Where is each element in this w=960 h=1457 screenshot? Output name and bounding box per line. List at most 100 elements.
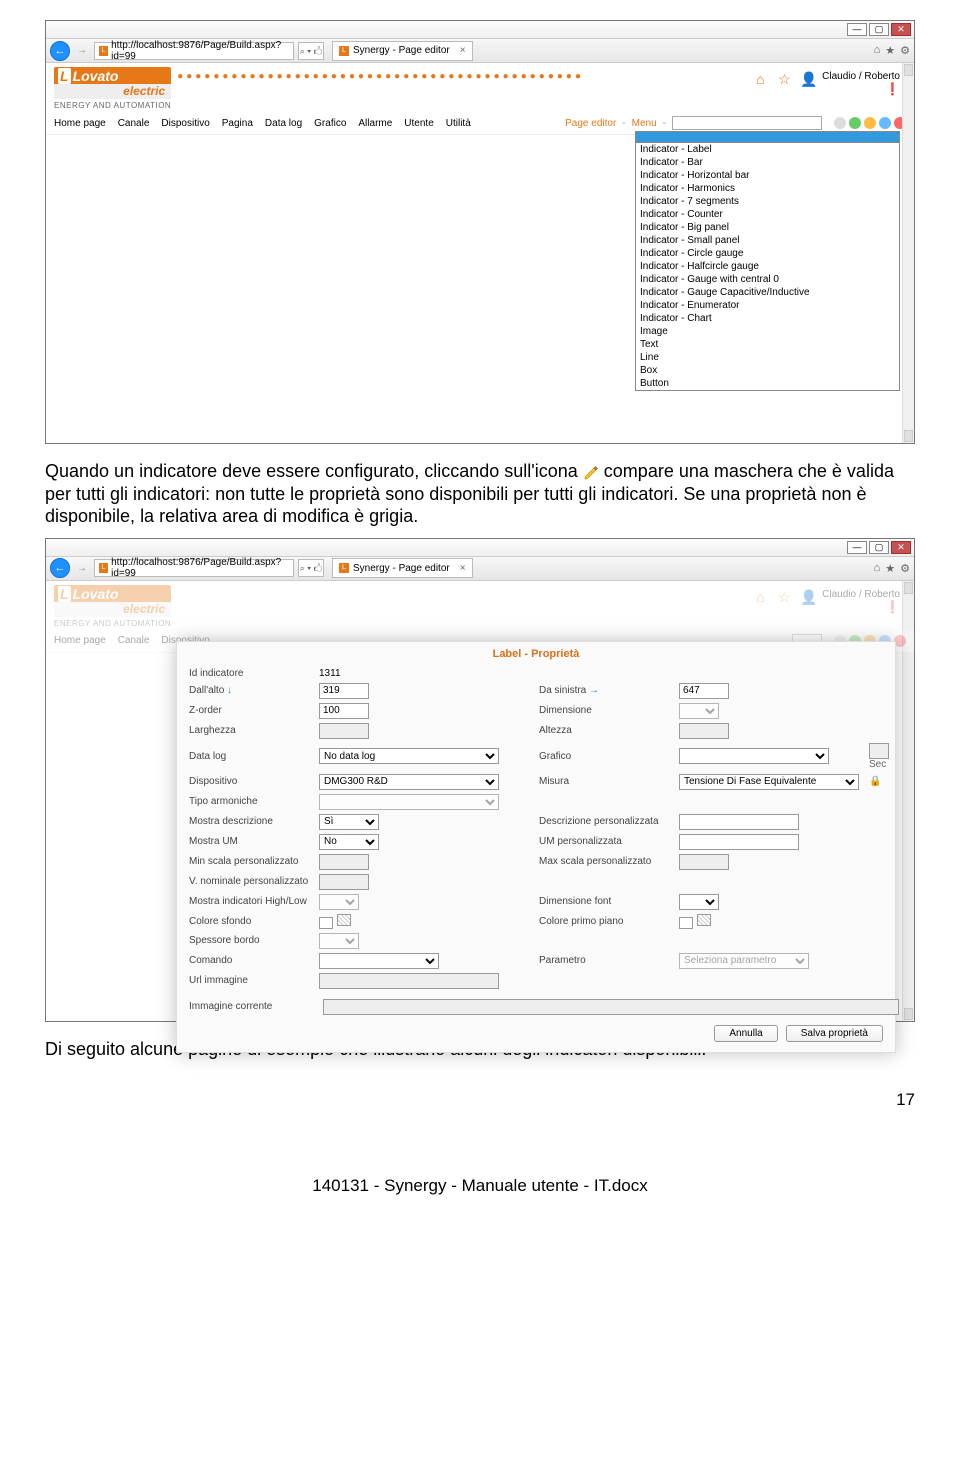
- menu-item[interactable]: Pagina: [222, 118, 253, 129]
- arrow-down-icon[interactable]: ↓: [227, 685, 232, 696]
- urlimg-input[interactable]: [319, 973, 499, 989]
- dd-item[interactable]: Text: [636, 338, 899, 351]
- dimfont-select[interactable]: [679, 894, 719, 910]
- browser-tab[interactable]: L Synergy - Page editor ×: [332, 41, 473, 61]
- dd-item[interactable]: Indicator - Label: [636, 143, 899, 156]
- larghezza-input[interactable]: [319, 723, 369, 739]
- maximize-button[interactable]: ▢: [869, 23, 889, 36]
- color-picker-icon[interactable]: [337, 914, 351, 926]
- menu-item[interactable]: Data log: [265, 118, 302, 129]
- arrow-right-icon[interactable]: →: [589, 685, 599, 696]
- search-toggle[interactable]: ⌕ ▾ 🖒: [298, 42, 324, 60]
- umpers-input[interactable]: [679, 834, 799, 850]
- url-field[interactable]: L http://localhost:9876/Page/Build.aspx?…: [94, 42, 294, 60]
- altezza-input[interactable]: [679, 723, 729, 739]
- maximize-button[interactable]: ▢: [869, 541, 889, 554]
- menu-item[interactable]: Utilità: [446, 118, 471, 129]
- dd-item[interactable]: Indicator - Harmonics: [636, 182, 899, 195]
- dd-item[interactable]: Indicator - Halfcircle gauge: [636, 260, 899, 273]
- indicator-dropdown[interactable]: Indicator - Label Indicator - Bar Indica…: [635, 131, 900, 391]
- grafico-select[interactable]: [679, 748, 829, 764]
- url-field[interactable]: L http://localhost:9876/Page/Build.aspx?…: [94, 559, 294, 577]
- vertical-scrollbar[interactable]: [902, 63, 914, 443]
- dd-item[interactable]: Indicator - Gauge Capacitive/Inductive: [636, 286, 899, 299]
- dd-item[interactable]: Indicator - Chart: [636, 312, 899, 325]
- menu-item[interactable]: Canale: [118, 635, 150, 646]
- save-button[interactable]: Salva proprietà: [786, 1025, 883, 1042]
- dd-item[interactable]: Indicator - Small panel: [636, 234, 899, 247]
- favorites-icon[interactable]: ★: [885, 44, 895, 57]
- home-icon[interactable]: ⌂: [756, 589, 770, 603]
- home-icon[interactable]: ⌂: [874, 44, 881, 57]
- tool-icon[interactable]: [834, 117, 846, 129]
- forward-button[interactable]: →: [74, 43, 90, 59]
- favorites-icon[interactable]: ★: [885, 562, 895, 575]
- menu-item[interactable]: Home page: [54, 635, 106, 646]
- dd-item[interactable]: Indicator - Enumerator: [636, 299, 899, 312]
- user-icon[interactable]: 👤: [800, 71, 814, 85]
- menu-item[interactable]: Grafico: [314, 118, 346, 129]
- imgcorr-input[interactable]: [323, 999, 899, 1015]
- descpers-input[interactable]: [679, 814, 799, 830]
- star-icon[interactable]: ☆: [778, 589, 792, 603]
- dd-item[interactable]: Indicator - Gauge with central 0: [636, 273, 899, 286]
- mostraum-select[interactable]: No: [319, 834, 379, 850]
- alert-icon[interactable]: ❗: [885, 600, 900, 614]
- close-button[interactable]: ✕: [891, 23, 911, 36]
- comando-select[interactable]: [319, 953, 439, 969]
- tool-view-icon[interactable]: [879, 117, 891, 129]
- dd-item[interactable]: Button: [636, 377, 899, 390]
- menu-item[interactable]: Allarme: [358, 118, 392, 129]
- minimize-button[interactable]: —: [847, 541, 867, 554]
- browser-tab[interactable]: L Synergy - Page editor ×: [332, 558, 473, 578]
- user-icon[interactable]: 👤: [800, 589, 814, 603]
- vnom-input[interactable]: [319, 874, 369, 890]
- lock-icon[interactable]: 🔒: [869, 776, 899, 787]
- fg-color-swatch[interactable]: [679, 917, 693, 929]
- star-icon[interactable]: ☆: [778, 71, 792, 85]
- maxscala-input[interactable]: [679, 854, 729, 870]
- parametro-select[interactable]: Seleziona parametro: [679, 953, 809, 969]
- color-picker-icon[interactable]: [697, 914, 711, 926]
- tab-close-icon[interactable]: ×: [460, 563, 466, 574]
- dd-item[interactable]: Indicator - Big panel: [636, 221, 899, 234]
- home-icon[interactable]: ⌂: [874, 562, 881, 575]
- minscala-input[interactable]: [319, 854, 369, 870]
- menu-item[interactable]: Home page: [54, 118, 106, 129]
- bg-color-swatch[interactable]: [319, 917, 333, 929]
- dd-item[interactable]: Indicator - Counter: [636, 208, 899, 221]
- minimize-button[interactable]: —: [847, 23, 867, 36]
- menu-item[interactable]: Dispositivo: [161, 118, 209, 129]
- close-button[interactable]: ✕: [891, 541, 911, 554]
- dropdown-selected[interactable]: [635, 131, 900, 143]
- tab-close-icon[interactable]: ×: [460, 45, 466, 56]
- cancel-button[interactable]: Annulla: [714, 1025, 777, 1042]
- zorder-input[interactable]: [319, 703, 369, 719]
- page-editor-label[interactable]: Page editor: [565, 118, 616, 129]
- back-button[interactable]: ←: [50, 41, 70, 61]
- menu-item[interactable]: Canale: [118, 118, 150, 129]
- menu-dropdown-label[interactable]: Menu: [632, 118, 657, 129]
- forward-button[interactable]: →: [74, 560, 90, 576]
- settings-icon[interactable]: ⚙: [900, 562, 910, 575]
- dasinistra-input[interactable]: [679, 683, 729, 699]
- dd-item[interactable]: Indicator - Bar: [636, 156, 899, 169]
- dd-item[interactable]: Line: [636, 351, 899, 364]
- mostrahl-select[interactable]: [319, 894, 359, 910]
- menu-item[interactable]: Utente: [404, 118, 433, 129]
- tool-edit-icon[interactable]: [864, 117, 876, 129]
- dispositivo-select[interactable]: DMG300 R&D: [319, 774, 499, 790]
- dd-item[interactable]: Indicator - Circle gauge: [636, 247, 899, 260]
- dd-item[interactable]: Indicator - Horizontal bar: [636, 169, 899, 182]
- dd-item[interactable]: Box: [636, 364, 899, 377]
- misura-select[interactable]: Tensione Di Fase Equivalente: [679, 774, 859, 790]
- tool-add-icon[interactable]: [849, 117, 861, 129]
- spessbordo-select[interactable]: [319, 933, 359, 949]
- mostradesc-select[interactable]: Sì: [319, 814, 379, 830]
- dimensione-select[interactable]: [679, 703, 719, 719]
- dallalto-input[interactable]: [319, 683, 369, 699]
- dd-item[interactable]: Image: [636, 325, 899, 338]
- alert-icon[interactable]: ❗: [885, 82, 900, 96]
- back-button[interactable]: ←: [50, 558, 70, 578]
- settings-icon[interactable]: ⚙: [900, 44, 910, 57]
